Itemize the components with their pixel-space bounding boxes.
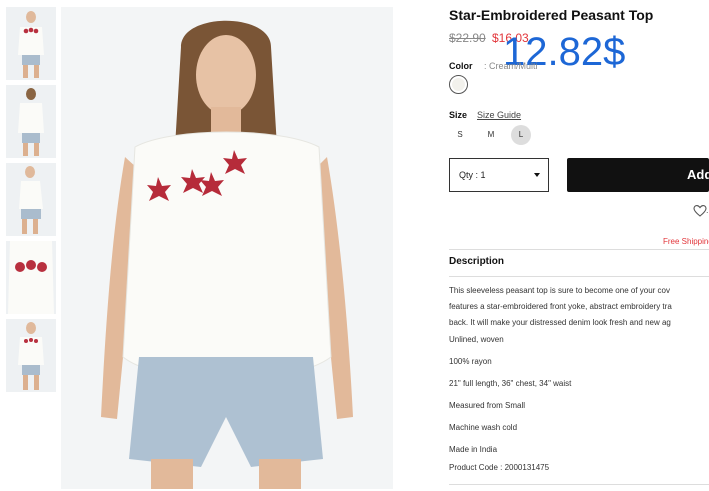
product-info: Star-Embroidered Peasant Top $22.90 $16.… <box>449 0 709 491</box>
caret-down-icon <box>534 173 540 177</box>
divider <box>449 484 709 485</box>
thumbnail-front[interactable] <box>6 7 56 80</box>
thumbnail-detail[interactable] <box>6 241 56 314</box>
add-to-bag-button[interactable]: Add <box>567 158 709 192</box>
original-price: $22.90 <box>449 31 486 45</box>
size-label: Size <box>449 110 468 120</box>
size-option-l[interactable]: L <box>511 125 531 145</box>
description-paragraph: This sleeveless peasant top is sure to b… <box>449 283 709 331</box>
description-line: This sleeveless peasant top is sure to b… <box>449 286 671 295</box>
swatch-fill <box>452 78 465 91</box>
quantity-select[interactable]: Qty : 1 <box>449 158 549 192</box>
free-shipping-text: Free Shipping <box>663 237 709 246</box>
size-option-s[interactable]: S <box>450 125 470 145</box>
detail-item: Unlined, woven <box>449 335 504 344</box>
product-title: Star-Embroidered Peasant Top <box>449 7 654 23</box>
heart-icon[interactable] <box>693 204 707 218</box>
quantity-value: Qty : 1 <box>459 170 486 180</box>
thumbnail-list <box>6 7 56 397</box>
thumbnail-back[interactable] <box>6 85 56 158</box>
color-label: Color <box>449 61 473 71</box>
detail-item: 100% rayon <box>449 357 492 366</box>
thumbnail-side[interactable] <box>6 163 56 236</box>
thumbnail-full[interactable] <box>6 319 56 392</box>
main-product-image[interactable] <box>61 7 393 489</box>
detail-item: Machine wash cold <box>449 423 518 432</box>
detail-item: Measured from Small <box>449 401 526 410</box>
color-value: : Cream/Multi <box>484 61 538 71</box>
divider <box>449 249 709 250</box>
divider <box>449 276 709 277</box>
description-line: back. It will make your distressed denim… <box>449 318 671 327</box>
size-option-m[interactable]: M <box>481 125 501 145</box>
product-code: Product Code : 2000131475 <box>449 463 550 472</box>
color-swatch-cream[interactable] <box>449 75 468 94</box>
detail-item: Made in India <box>449 445 498 454</box>
detail-item: 21" full length, 36" chest, 34" waist <box>449 379 572 388</box>
description-heading: Description <box>449 256 505 267</box>
description-line: features a star-embroidered front yoke, … <box>449 302 672 311</box>
size-guide-link[interactable]: Size Guide <box>477 110 521 120</box>
